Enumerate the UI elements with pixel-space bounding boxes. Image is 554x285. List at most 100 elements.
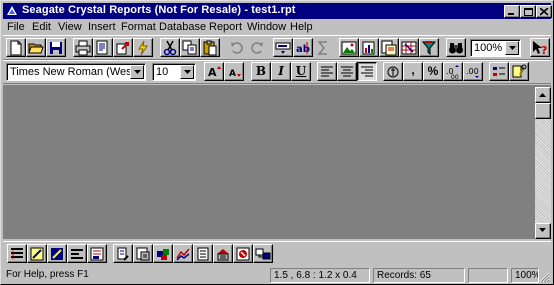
menu-insert[interactable]: Insert <box>88 21 116 33</box>
open-button[interactable] <box>26 38 46 57</box>
text-object-button[interactable] <box>233 244 253 263</box>
format-section-button[interactable] <box>47 244 67 263</box>
percent-label: % <box>427 64 439 78</box>
align-right-icon <box>361 66 373 77</box>
format-section-icon <box>51 248 63 260</box>
decrease-decimal-button[interactable]: .00 <box>463 62 483 81</box>
font-name-dropdown[interactable]: Times New Roman (Western <box>6 63 146 81</box>
bold-button[interactable]: B <box>251 62 271 81</box>
font-size-dropdown[interactable]: 10 <box>152 63 196 81</box>
record-selection-button[interactable] <box>133 244 153 263</box>
text-object-icon: ab <box>296 42 310 55</box>
subreport-link-button[interactable] <box>253 244 273 263</box>
print-preview-button[interactable] <box>93 38 113 57</box>
menu-help[interactable]: Help <box>290 21 313 33</box>
close-button[interactable] <box>536 5 552 18</box>
section-expert-icon <box>71 249 83 259</box>
undo-button[interactable] <box>227 38 247 57</box>
italic-button[interactable]: I <box>271 62 291 81</box>
resize-grip-icon[interactable] <box>539 272 550 283</box>
section-expert-button[interactable] <box>67 244 87 263</box>
select-expert-button[interactable] <box>419 38 439 57</box>
underline-label: U <box>295 64 307 78</box>
supplementary-toolbar <box>3 241 551 265</box>
menu-window[interactable]: Window <box>247 21 286 33</box>
scroll-down-button[interactable] <box>535 223 551 239</box>
print-button[interactable] <box>73 38 93 57</box>
insert-section-button[interactable] <box>27 244 47 263</box>
menu-edit[interactable]: Edit <box>32 21 51 33</box>
scroll-thumb[interactable] <box>535 103 551 119</box>
open-folder-icon <box>28 43 44 54</box>
help-arrow-icon: ? <box>533 41 547 56</box>
menu-bar: File Edit View Insert Format Database Re… <box>3 19 551 35</box>
font-name-dropdown-arrow[interactable] <box>130 65 144 79</box>
insert-picture-button[interactable] <box>339 38 359 57</box>
export-icon <box>116 42 129 55</box>
crystal-reports-app-icon[interactable] <box>5 4 19 18</box>
export-button[interactable] <box>113 38 133 57</box>
menu-database[interactable]: Database <box>159 21 206 33</box>
italic-label: I <box>278 64 284 78</box>
vertical-scrollbar[interactable] <box>535 87 551 239</box>
insert-group-button[interactable] <box>7 244 27 263</box>
database-expert-button[interactable] <box>213 244 233 263</box>
scroll-up-button[interactable] <box>535 87 551 103</box>
font-size-dropdown-arrow[interactable] <box>180 65 194 79</box>
copy-icon <box>182 40 197 55</box>
new-button[interactable] <box>6 38 26 57</box>
decrease-font-button[interactable]: A <box>224 62 244 81</box>
report-explorer-button[interactable] <box>193 244 213 263</box>
increase-decimal-button[interactable]: .0 00 <box>443 62 463 81</box>
paste-button[interactable] <box>200 38 220 57</box>
zoom-dropdown[interactable]: 100% <box>470 39 521 57</box>
report-workspace[interactable] <box>3 85 551 239</box>
cut-button[interactable] <box>160 38 180 57</box>
currency-button[interactable] <box>383 62 403 81</box>
insert-summary-button[interactable] <box>313 38 333 57</box>
svg-text:?: ? <box>541 44 547 56</box>
menu-file[interactable]: File <box>7 21 25 33</box>
format-painter-button[interactable] <box>489 62 509 81</box>
refresh-button[interactable] <box>133 38 153 57</box>
field-explorer-button[interactable] <box>87 244 107 263</box>
context-help-button[interactable]: ? <box>530 38 550 57</box>
close-icon <box>540 8 549 16</box>
align-left-button[interactable] <box>317 62 337 81</box>
increase-font-button[interactable]: A <box>204 62 224 81</box>
insert-field-button[interactable] <box>273 38 293 57</box>
insert-text-button[interactable]: ab <box>293 38 313 57</box>
highlighter-icon <box>236 247 250 261</box>
title-bar[interactable]: Seagate Crystal Reports (Not For Resale)… <box>3 3 552 19</box>
sort-records-button[interactable] <box>113 244 133 263</box>
menu-report[interactable]: Report <box>209 21 242 33</box>
minimize-icon <box>508 13 514 15</box>
menu-format[interactable]: Format <box>121 21 156 33</box>
percent-button[interactable]: % <box>423 62 443 81</box>
align-right-button[interactable] <box>357 62 377 81</box>
maximize-button[interactable] <box>520 5 536 18</box>
copy-button[interactable] <box>180 38 200 57</box>
zoom-dropdown-arrow[interactable] <box>505 41 519 55</box>
redo-button[interactable] <box>247 38 267 57</box>
insert-subreport-button[interactable] <box>379 38 399 57</box>
minimize-button[interactable] <box>504 5 520 18</box>
svg-text:A: A <box>208 66 217 79</box>
thousands-separator-button[interactable]: , <box>403 62 423 81</box>
chart-expert-button[interactable] <box>173 244 193 263</box>
chevron-down-icon <box>184 70 191 74</box>
format-editor-button[interactable] <box>509 62 529 81</box>
save-button[interactable] <box>46 38 66 57</box>
insert-crosstab-button[interactable] <box>399 38 419 57</box>
align-center-button[interactable] <box>337 62 357 81</box>
group-selection-button[interactable] <box>153 244 173 263</box>
underline-button[interactable]: U <box>291 62 311 81</box>
arrow-down-icon <box>539 228 546 232</box>
arrow-up-icon <box>539 93 546 97</box>
report-explorer-icon <box>197 247 209 261</box>
align-center-icon <box>341 66 353 77</box>
find-button[interactable] <box>446 38 466 57</box>
comma-label: , <box>411 63 415 77</box>
insert-chart-button[interactable] <box>359 38 379 57</box>
menu-view[interactable]: View <box>58 21 82 33</box>
